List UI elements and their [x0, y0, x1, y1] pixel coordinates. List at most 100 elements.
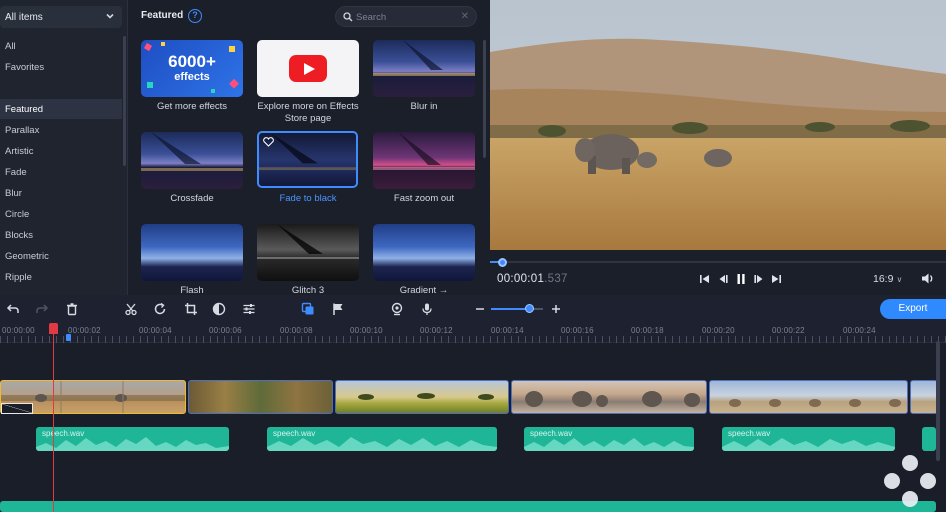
- help-icon[interactable]: ?: [188, 9, 202, 23]
- audio-clip-name: speech.wav: [728, 429, 771, 438]
- effects-count-badge: 6000+: [168, 52, 216, 71]
- timecode-ms: .537: [544, 273, 568, 285]
- category-item-fade[interactable]: Fade: [5, 167, 27, 178]
- rotate-icon[interactable]: [153, 302, 167, 316]
- clip-thumbnails: [358, 393, 494, 400]
- ruler-label: 00:00:14: [491, 326, 524, 335]
- video-clip[interactable]: [709, 380, 908, 414]
- audio-clip[interactable]: speech.wav: [722, 427, 895, 451]
- effect-tile-fast-zoom-out[interactable]: [373, 132, 475, 189]
- ruler-label: 00:00:22: [772, 326, 805, 335]
- category-item-parallax[interactable]: Parallax: [5, 125, 39, 136]
- effect-tile-blur-in[interactable]: [373, 40, 475, 97]
- export-button[interactable]: Export: [880, 299, 946, 319]
- timecode: 00:00:01.537: [497, 273, 568, 285]
- category-item-circle[interactable]: Circle: [5, 209, 29, 220]
- video-clip[interactable]: [335, 380, 509, 414]
- ruler-ticks: [0, 336, 946, 343]
- volume-icon[interactable]: [920, 271, 935, 286]
- timeline-scrollbar[interactable]: [936, 341, 940, 461]
- timecode-main: 00:00:01: [497, 273, 545, 285]
- category-item-blur[interactable]: Blur: [5, 188, 22, 199]
- category-dropdown[interactable]: All items: [0, 6, 122, 28]
- ruler-label: 00:00:00: [2, 326, 35, 335]
- delete-icon[interactable]: [65, 302, 79, 316]
- audio-clip[interactable]: speech.wav: [36, 427, 229, 451]
- clip-properties-icon[interactable]: [242, 302, 256, 316]
- search-input[interactable]: [356, 10, 456, 24]
- chevron-down-icon: [106, 13, 114, 19]
- ruler-label: 00:00:20: [702, 326, 735, 335]
- playback-progress-track[interactable]: [490, 261, 946, 263]
- category-scrollbar[interactable]: [123, 36, 126, 166]
- aspect-ratio-selector[interactable]: 16:9 ∨: [873, 273, 902, 285]
- marker-flag-icon[interactable]: [331, 302, 345, 316]
- playhead-line[interactable]: [53, 323, 54, 512]
- audio-clip[interactable]: speech.wav: [524, 427, 694, 451]
- overlay-mode-icon[interactable]: [301, 302, 315, 316]
- previous-frame-icon[interactable]: [716, 272, 730, 286]
- effects-scrollbar[interactable]: [483, 40, 486, 158]
- video-clip[interactable]: [511, 380, 707, 414]
- music-track-clip[interactable]: [0, 501, 936, 512]
- ruler-label: 00:00:02: [68, 326, 101, 335]
- effect-tile-fade-to-black[interactable]: [257, 131, 358, 188]
- category-item-favorites[interactable]: Favorites: [5, 62, 44, 73]
- category-item-blocks[interactable]: Blocks: [5, 230, 33, 241]
- split-scissors-icon[interactable]: [124, 302, 138, 316]
- audio-clip[interactable]: [922, 427, 936, 451]
- effect-label: Fade to black: [279, 193, 337, 204]
- timeline: 00:00:00 00:00:02 00:00:04 00:00:06 00:0…: [0, 323, 946, 512]
- favorite-heart-icon[interactable]: [263, 137, 274, 147]
- undo-icon[interactable]: [6, 302, 20, 316]
- timeline-toolbar: Export: [0, 295, 946, 323]
- time-ruler[interactable]: 00:00:00 00:00:02 00:00:04 00:00:06 00:0…: [0, 323, 946, 343]
- category-item-artistic[interactable]: Artistic: [5, 146, 34, 157]
- skip-to-end-icon[interactable]: [769, 272, 783, 286]
- category-item-ripple[interactable]: Ripple: [5, 272, 32, 283]
- category-item-featured[interactable]: Featured: [5, 104, 43, 115]
- ruler-label: 00:00:12: [420, 326, 453, 335]
- player-controls: 00:00:01.537 16:9 ∨: [490, 250, 946, 295]
- effects-count-caption: effects: [174, 71, 210, 83]
- city-bridge-thumbnail: [257, 224, 359, 259]
- video-clip[interactable]: [188, 380, 333, 414]
- video-preview: [490, 0, 946, 250]
- effect-tile-glitch-3[interactable]: [257, 224, 359, 281]
- effects-panel-title: Featured: [141, 10, 184, 21]
- webcam-record-icon[interactable]: [390, 302, 404, 316]
- clear-search-icon[interactable]: ✕: [461, 11, 469, 22]
- effect-tile-crossfade[interactable]: [141, 132, 243, 189]
- effect-tile-effects-store[interactable]: [257, 40, 359, 97]
- category-item-all[interactable]: All: [5, 41, 16, 52]
- microphone-icon[interactable]: [420, 302, 434, 316]
- zoom-slider-knob[interactable]: [525, 304, 534, 313]
- zoom-in-icon[interactable]: [549, 302, 563, 316]
- audio-clip-name: speech.wav: [273, 429, 316, 438]
- effects-search[interactable]: ✕: [335, 6, 477, 27]
- city-bridge-thumbnail: [373, 40, 475, 76]
- search-icon: [343, 12, 353, 22]
- effect-tile-gradient[interactable]: [373, 224, 475, 281]
- effect-label: Explore more on Effects Store page: [257, 101, 359, 124]
- redo-icon[interactable]: [35, 302, 49, 316]
- video-clip[interactable]: [910, 380, 938, 414]
- effect-label: Blur in: [410, 101, 438, 112]
- zoom-out-icon[interactable]: [473, 302, 487, 316]
- effect-tile-get-more[interactable]: 6000+ effects: [141, 40, 243, 97]
- effect-tile-flash[interactable]: [141, 224, 243, 281]
- youtube-logo-icon: [289, 55, 327, 82]
- city-bridge-thumbnail: [373, 132, 475, 170]
- crop-icon[interactable]: [184, 302, 198, 316]
- pause-icon[interactable]: [734, 272, 748, 286]
- in-point-marker[interactable]: [66, 334, 71, 341]
- playback-progress-knob[interactable]: [498, 258, 507, 267]
- effects-panel: Featured ? ✕ 6000+ effects Get more effe…: [128, 0, 490, 296]
- next-frame-icon[interactable]: [752, 272, 766, 286]
- skip-to-start-icon[interactable]: [698, 272, 712, 286]
- color-adjust-icon[interactable]: [212, 302, 226, 316]
- category-item-geometric[interactable]: Geometric: [5, 251, 49, 262]
- audio-clip[interactable]: speech.wav: [267, 427, 497, 451]
- transition-marker[interactable]: [1, 403, 33, 414]
- ruler-label: 00:00:16: [561, 326, 594, 335]
